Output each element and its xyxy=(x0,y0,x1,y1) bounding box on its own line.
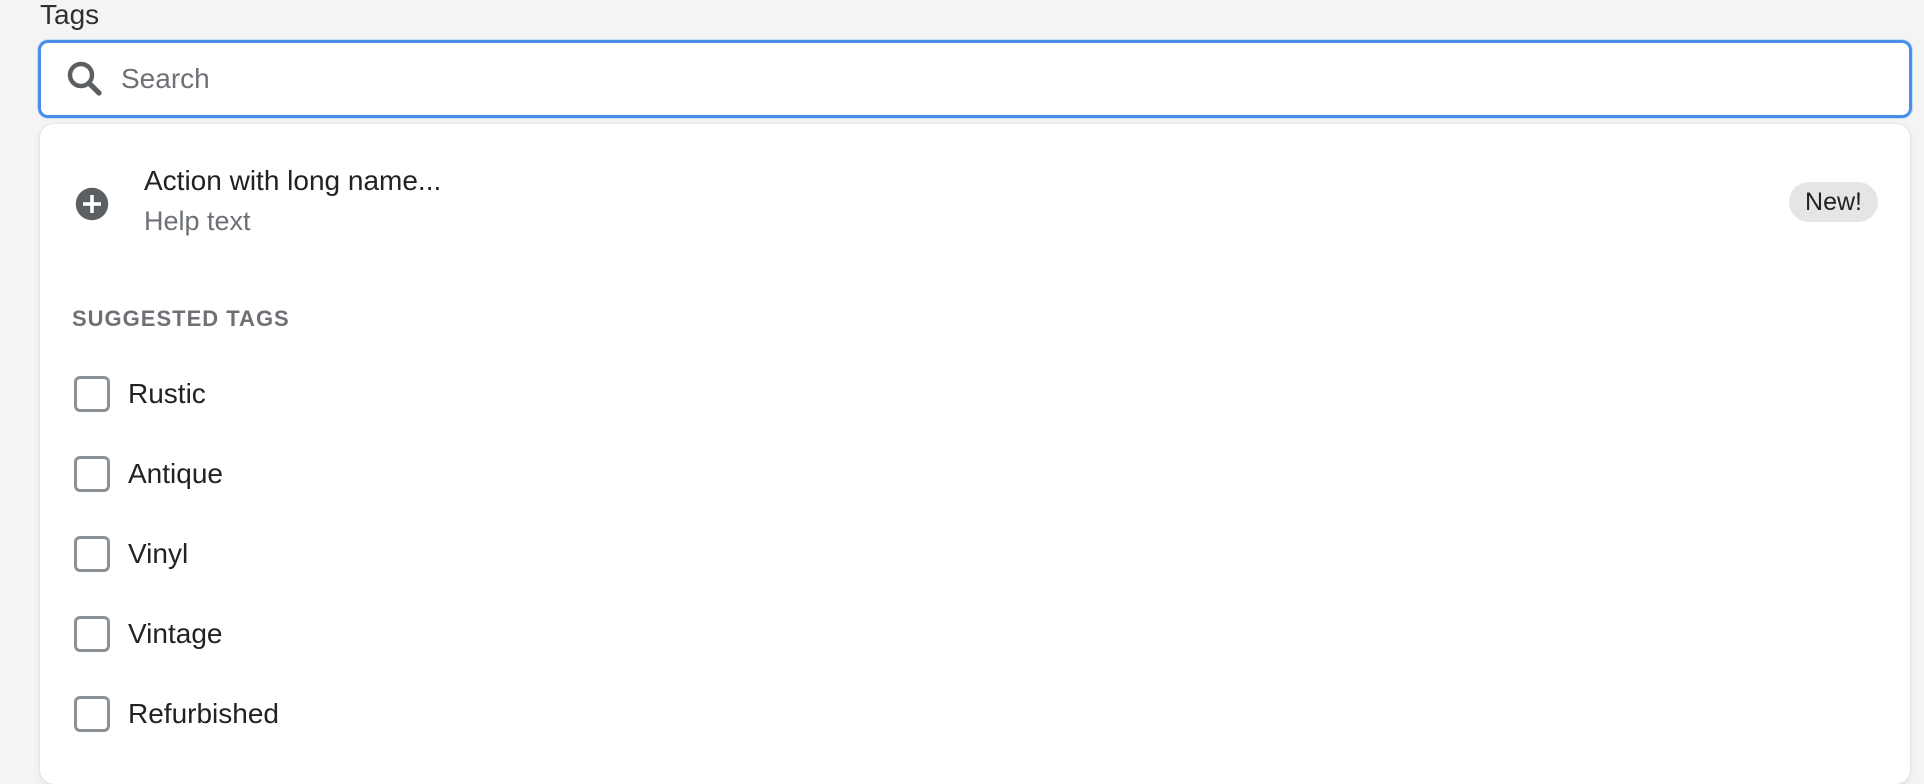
tag-option-antique[interactable]: Antique xyxy=(40,434,1910,514)
tags-label: Tags xyxy=(40,0,100,30)
tag-option-vinyl[interactable]: Vinyl xyxy=(40,514,1910,594)
checkbox[interactable] xyxy=(74,536,110,572)
tag-label: Rustic xyxy=(128,378,206,409)
tag-label: Antique xyxy=(128,458,223,489)
tag-label: Vintage xyxy=(128,618,223,649)
checkbox[interactable] xyxy=(74,456,110,492)
search-field[interactable] xyxy=(38,40,1912,118)
suggested-tags-heading: SUGGESTED TAGS xyxy=(72,306,290,331)
checkbox[interactable] xyxy=(74,616,110,652)
search-icon xyxy=(67,61,102,96)
checkbox[interactable] xyxy=(74,376,110,412)
tags-popover: Action with long name... Help text New! … xyxy=(40,124,1910,784)
tag-option-vintage[interactable]: Vintage xyxy=(40,594,1910,674)
search-input[interactable] xyxy=(121,49,1909,109)
tag-label: Vinyl xyxy=(128,538,189,569)
action-title: Action with long name... xyxy=(144,165,442,196)
tag-option-rustic[interactable]: Rustic xyxy=(40,354,1910,434)
plus-circle-icon xyxy=(75,187,109,221)
tag-option-refurbished[interactable]: Refurbished xyxy=(40,674,1910,754)
new-badge: New! xyxy=(1789,182,1878,222)
action-help-text: Help text xyxy=(144,206,251,236)
action-item[interactable]: Action with long name... Help text New! xyxy=(40,124,1910,280)
tag-label: Refurbished xyxy=(128,698,279,729)
checkbox[interactable] xyxy=(74,696,110,732)
